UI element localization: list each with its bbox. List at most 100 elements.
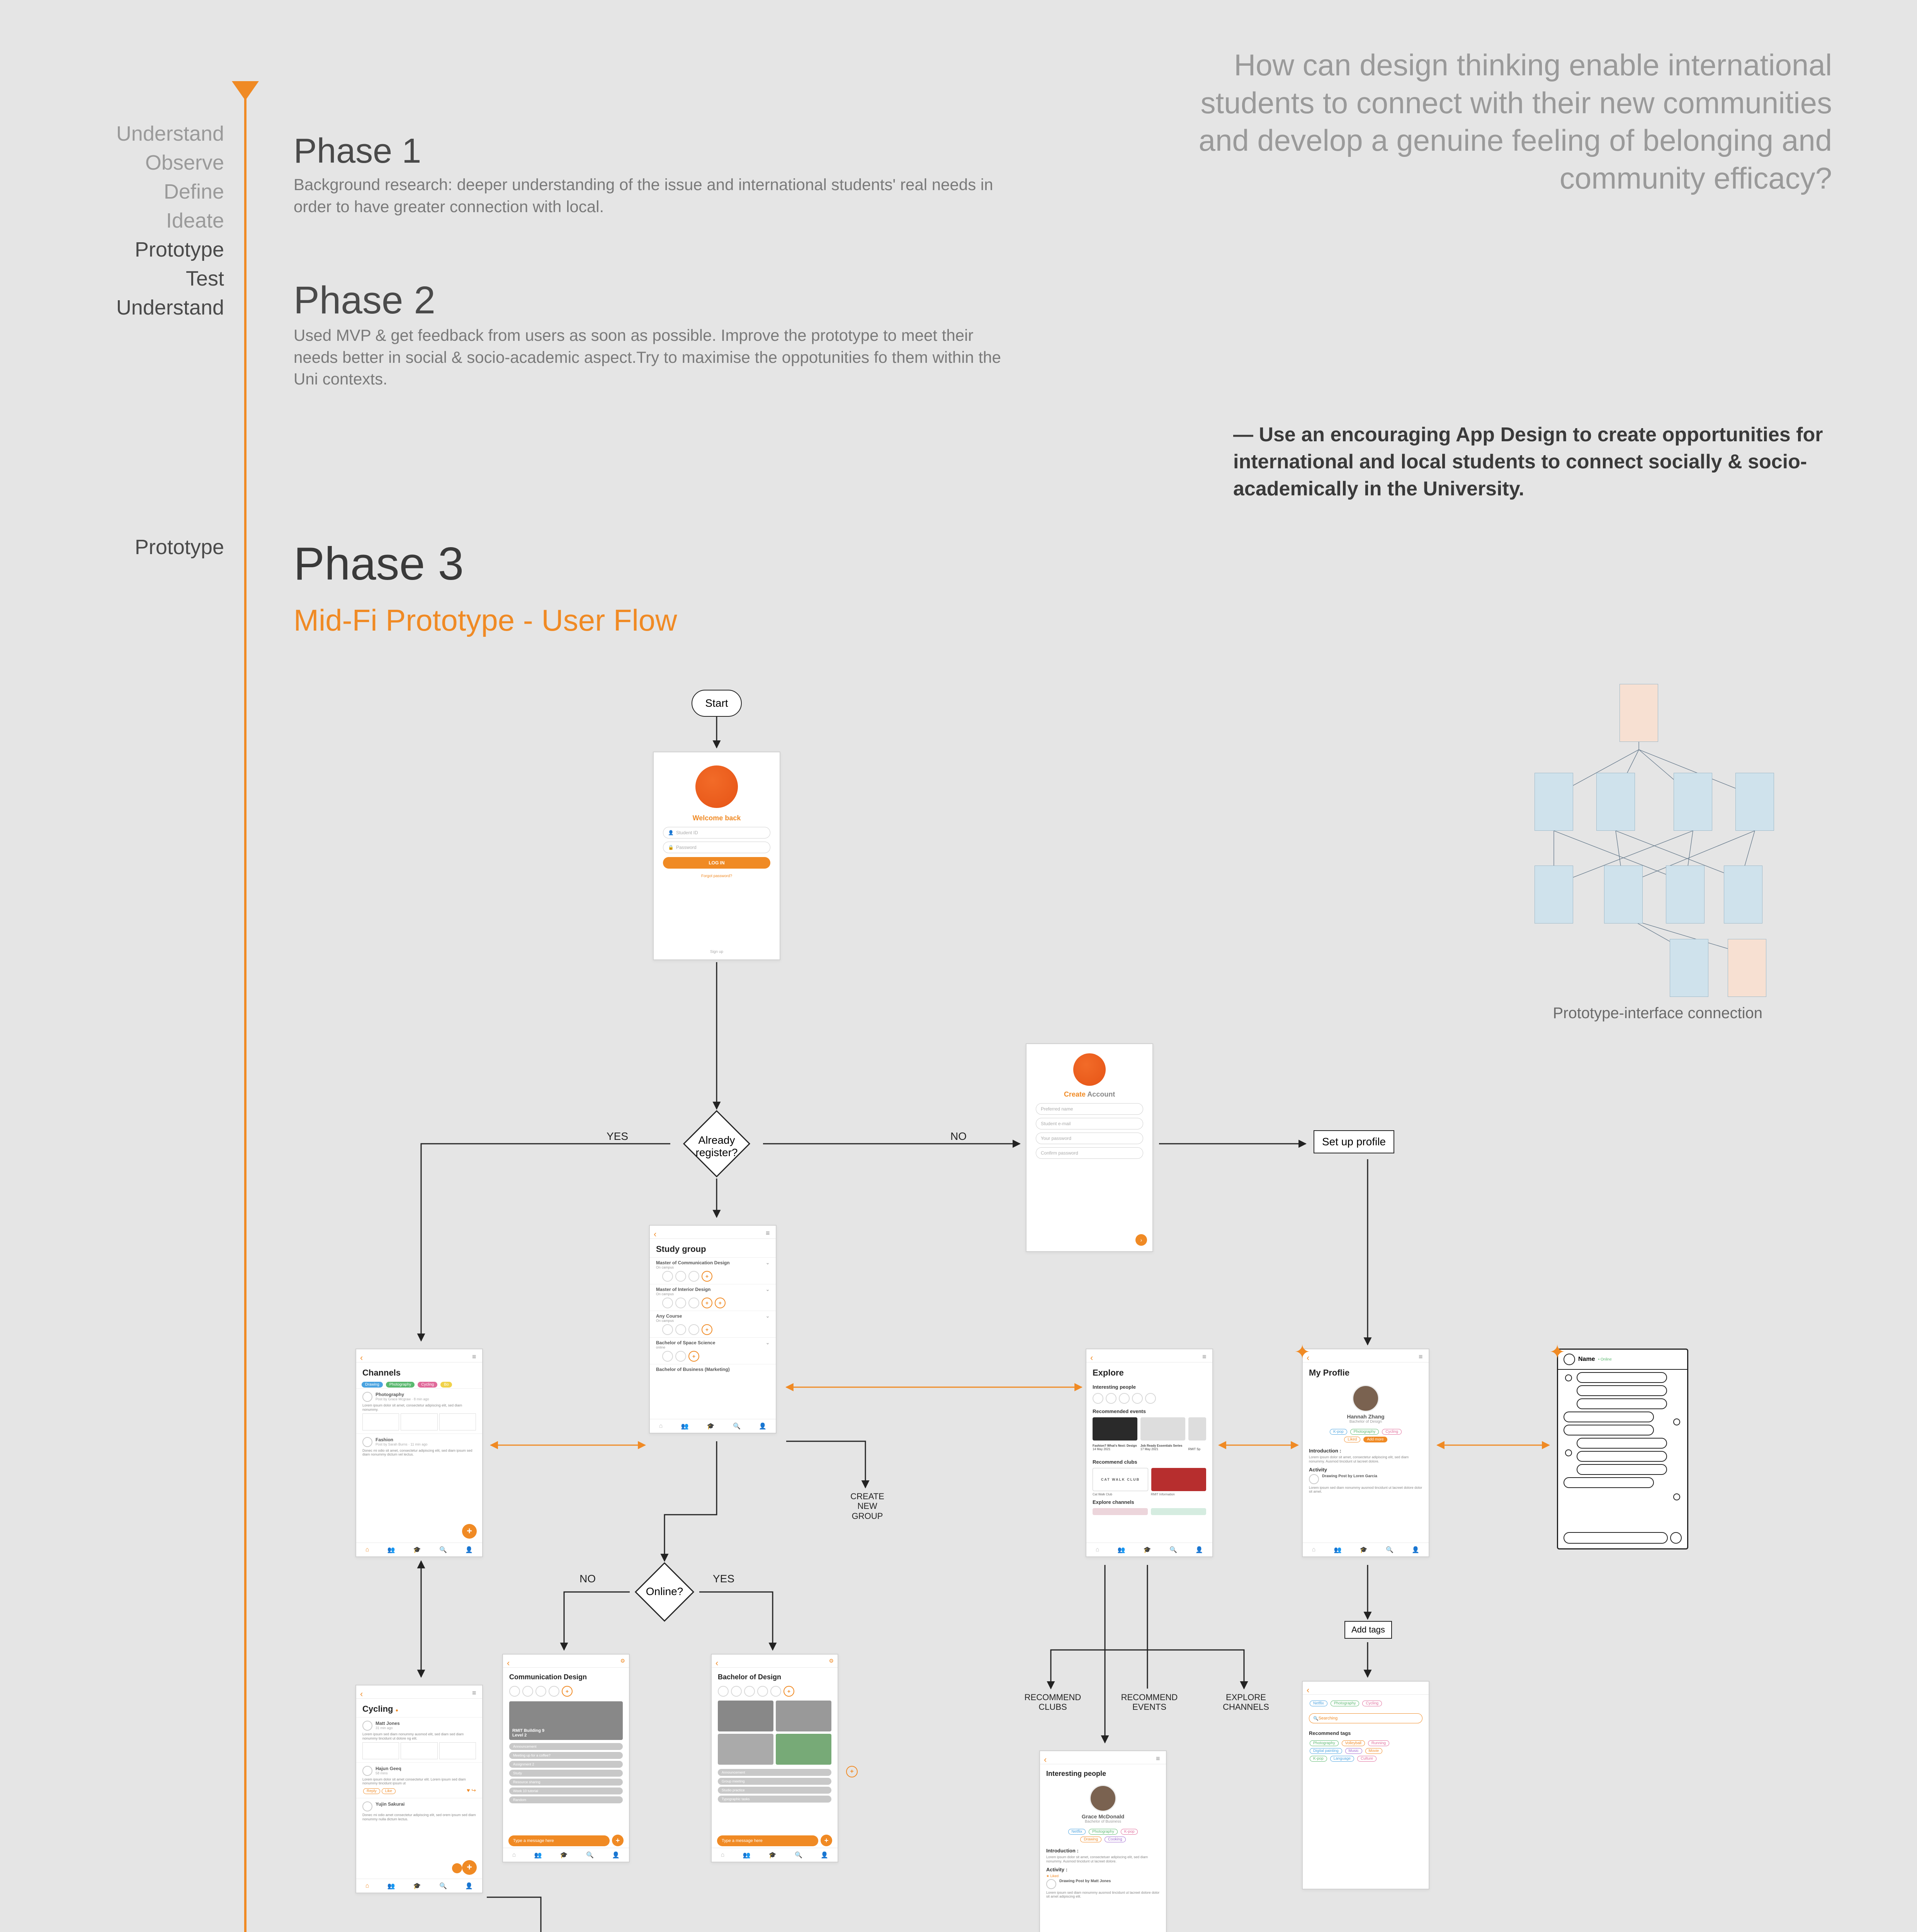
node-setup-profile: Set up profile xyxy=(1314,1130,1394,1153)
label-rec-clubs: RECOMMEND CLUBS xyxy=(1024,1692,1082,1712)
stage-prototype: Prototype xyxy=(23,236,224,264)
star-icon: ✦ xyxy=(1294,1341,1310,1363)
group-interior[interactable]: Master of Interior Design⌄ On campus ++ xyxy=(650,1284,776,1311)
avatar xyxy=(1352,1385,1379,1412)
screen-chat-wireframe: Name• Online xyxy=(1557,1349,1688,1549)
avatar xyxy=(1089,1785,1117,1812)
nav-bottom[interactable]: ⌂👥🎓🔍👤 xyxy=(356,1543,482,1556)
stage-ideate: Ideate xyxy=(23,207,224,235)
login-title: Welcome back xyxy=(654,813,780,824)
tab-cycling[interactable]: Cycling xyxy=(418,1382,437,1388)
research-question: How can design thinking enable internati… xyxy=(1175,46,1832,197)
create-name[interactable]: Preferred name xyxy=(1036,1103,1143,1115)
menu-icon[interactable] xyxy=(1419,1353,1425,1359)
back-icon[interactable] xyxy=(1307,1685,1313,1691)
nav-bottom[interactable]: ⌂👥🎓🔍👤 xyxy=(650,1419,776,1433)
create-confirm[interactable]: Confirm password xyxy=(1036,1147,1143,1159)
timeline-arrow-top xyxy=(232,81,259,100)
phase3-title: Phase 3 xyxy=(294,537,464,590)
logo-circle xyxy=(695,765,738,808)
stage-understand-2: Understand xyxy=(23,294,224,322)
send-button[interactable]: + xyxy=(821,1835,832,1846)
user-flow: Start Login Welcome back 👤Student ID 🔒Pa… xyxy=(294,684,1858,1932)
nav-bottom[interactable]: ⌂👥🎓🔍👤 xyxy=(1303,1543,1429,1556)
fab-add[interactable]: + xyxy=(462,1860,477,1875)
screen-comm-design: On Campus_group ⚙ Communication Design +… xyxy=(502,1654,630,1862)
stage-understand: Understand xyxy=(23,120,224,148)
screen-profile: Profile My Proflie Hannah Zhang Bachelor… xyxy=(1302,1349,1429,1557)
forgot-password-link[interactable]: Forgot password? xyxy=(654,872,780,880)
floating-plus-icon: + xyxy=(846,1766,858,1777)
back-icon[interactable] xyxy=(1044,1755,1050,1761)
signup-link[interactable]: Sign up xyxy=(654,950,780,954)
back-icon[interactable] xyxy=(654,1229,660,1235)
node-add-tags: Add tags xyxy=(1344,1621,1392,1639)
stage-test: Test xyxy=(23,265,224,293)
post-1[interactable]: Matt Jones31 min agoLorem ipsum sed diam… xyxy=(356,1717,482,1762)
menu-icon[interactable] xyxy=(1202,1353,1208,1359)
menu-icon[interactable] xyxy=(766,1229,772,1235)
stage-observe: Observe xyxy=(23,149,224,177)
post-fashion[interactable]: FashionPost by Sarah Burns · 11 min ago … xyxy=(356,1434,482,1460)
fab-add[interactable]: + xyxy=(462,1524,477,1539)
next-arrow-button[interactable]: › xyxy=(1135,1234,1147,1246)
screen-bdesign: Online group ⚙ Bachelor of Design + Anno… xyxy=(711,1654,838,1862)
phase1-body: Background research: deeper understandin… xyxy=(294,174,1008,218)
label-exp-channels: EXPLORE CHANNELS xyxy=(1217,1692,1275,1712)
node-start: Start xyxy=(692,690,742,717)
group-business[interactable]: Bachelor of Business (Marketing) xyxy=(650,1364,776,1373)
screen-explore: Explore Explore Interesting people Recom… xyxy=(1086,1349,1213,1557)
create-email[interactable]: Student e-mail xyxy=(1036,1118,1143,1129)
back-icon[interactable] xyxy=(360,1353,366,1359)
group-space[interactable]: Bachelor of Space Science⌄ online + xyxy=(650,1337,776,1364)
screen-cycling: Channels > Cycling ● Matt Jones31 min ag… xyxy=(355,1685,483,1893)
research-answer: — Use an encouraging App Design to creat… xyxy=(1233,421,1832,503)
interesting-title: Interesting people xyxy=(1040,1764,1166,1781)
login-password[interactable]: 🔒Password xyxy=(663,842,770,853)
back-icon[interactable] xyxy=(1090,1353,1096,1359)
nav-bottom[interactable]: ⌂👥🎓🔍👤 xyxy=(1086,1543,1212,1556)
post-photo[interactable]: PhotographyPost by Grace Mcgraw · 8 min … xyxy=(356,1388,482,1434)
label-yes-2: YES xyxy=(713,1573,734,1585)
search-input[interactable]: 🔍 Searching xyxy=(1309,1713,1422,1723)
timeline-line xyxy=(244,97,246,1932)
tab-photo[interactable]: Photography xyxy=(386,1382,415,1388)
tab-drawing[interactable]: Drawing xyxy=(362,1382,383,1388)
group-any[interactable]: Any Course⌄ On campus + xyxy=(650,1311,776,1337)
fab-heart[interactable] xyxy=(452,1863,462,1873)
login-button[interactable]: LOG IN xyxy=(663,857,770,869)
screen-interesting: Interesting people Interesting people Gr… xyxy=(1039,1750,1167,1932)
msg-input[interactable]: Type a message here xyxy=(717,1835,818,1846)
stage-prototype-2: Prototype xyxy=(23,533,224,561)
menu-icon[interactable] xyxy=(472,1353,478,1359)
post-3[interactable]: Yujin SakuraiDonec mi odio amet consecte… xyxy=(356,1798,482,1825)
back-icon[interactable] xyxy=(507,1658,513,1664)
group-comm-design[interactable]: Master of Communication Design⌄ On campu… xyxy=(650,1257,776,1284)
logo-circle-icon xyxy=(1073,1053,1106,1086)
label-create-group: CREATE NEW GROUP xyxy=(842,1492,892,1521)
post-2[interactable]: Hajun Geeq58 minsLorem ipsum dolor sit a… xyxy=(356,1762,482,1798)
tab-bo[interactable]: Bo xyxy=(440,1382,452,1388)
study-title: Study group xyxy=(650,1239,776,1257)
msg-input[interactable]: Type a message here xyxy=(508,1835,610,1846)
decision-online: Online? xyxy=(628,1555,701,1629)
send-button[interactable]: + xyxy=(612,1835,624,1846)
label-rec-events: RECOMMEND EVENTS xyxy=(1120,1692,1178,1712)
label-no-2: NO xyxy=(580,1573,596,1585)
commdesign-title: Communication Design xyxy=(503,1668,629,1684)
location-photo: RMIT Building 9Level 2 xyxy=(509,1701,623,1740)
login-student-id[interactable]: 👤Student ID xyxy=(663,827,770,838)
menu-icon[interactable] xyxy=(1156,1755,1162,1761)
screen-login: Login Welcome back 👤Student ID 🔒Password… xyxy=(653,752,780,960)
explore-title: Explore xyxy=(1086,1362,1212,1381)
phase3-subtitle: Mid-Fi Prototype - User Flow xyxy=(294,603,677,638)
back-icon[interactable] xyxy=(715,1658,722,1664)
create-password[interactable]: Your password xyxy=(1036,1133,1143,1144)
stage-define: Define xyxy=(23,178,224,206)
phase2-body: Used MVP & get feedback from users as so… xyxy=(294,325,1008,390)
screen-study-group: Study group Study group Master of Commun… xyxy=(649,1225,777,1434)
screen-tags: Tags Netflix Photography Cycling 🔍 Searc… xyxy=(1302,1681,1429,1889)
add-more-tag[interactable]: Add more xyxy=(1363,1437,1387,1442)
back-icon[interactable] xyxy=(360,1689,366,1695)
menu-icon[interactable] xyxy=(472,1689,478,1695)
